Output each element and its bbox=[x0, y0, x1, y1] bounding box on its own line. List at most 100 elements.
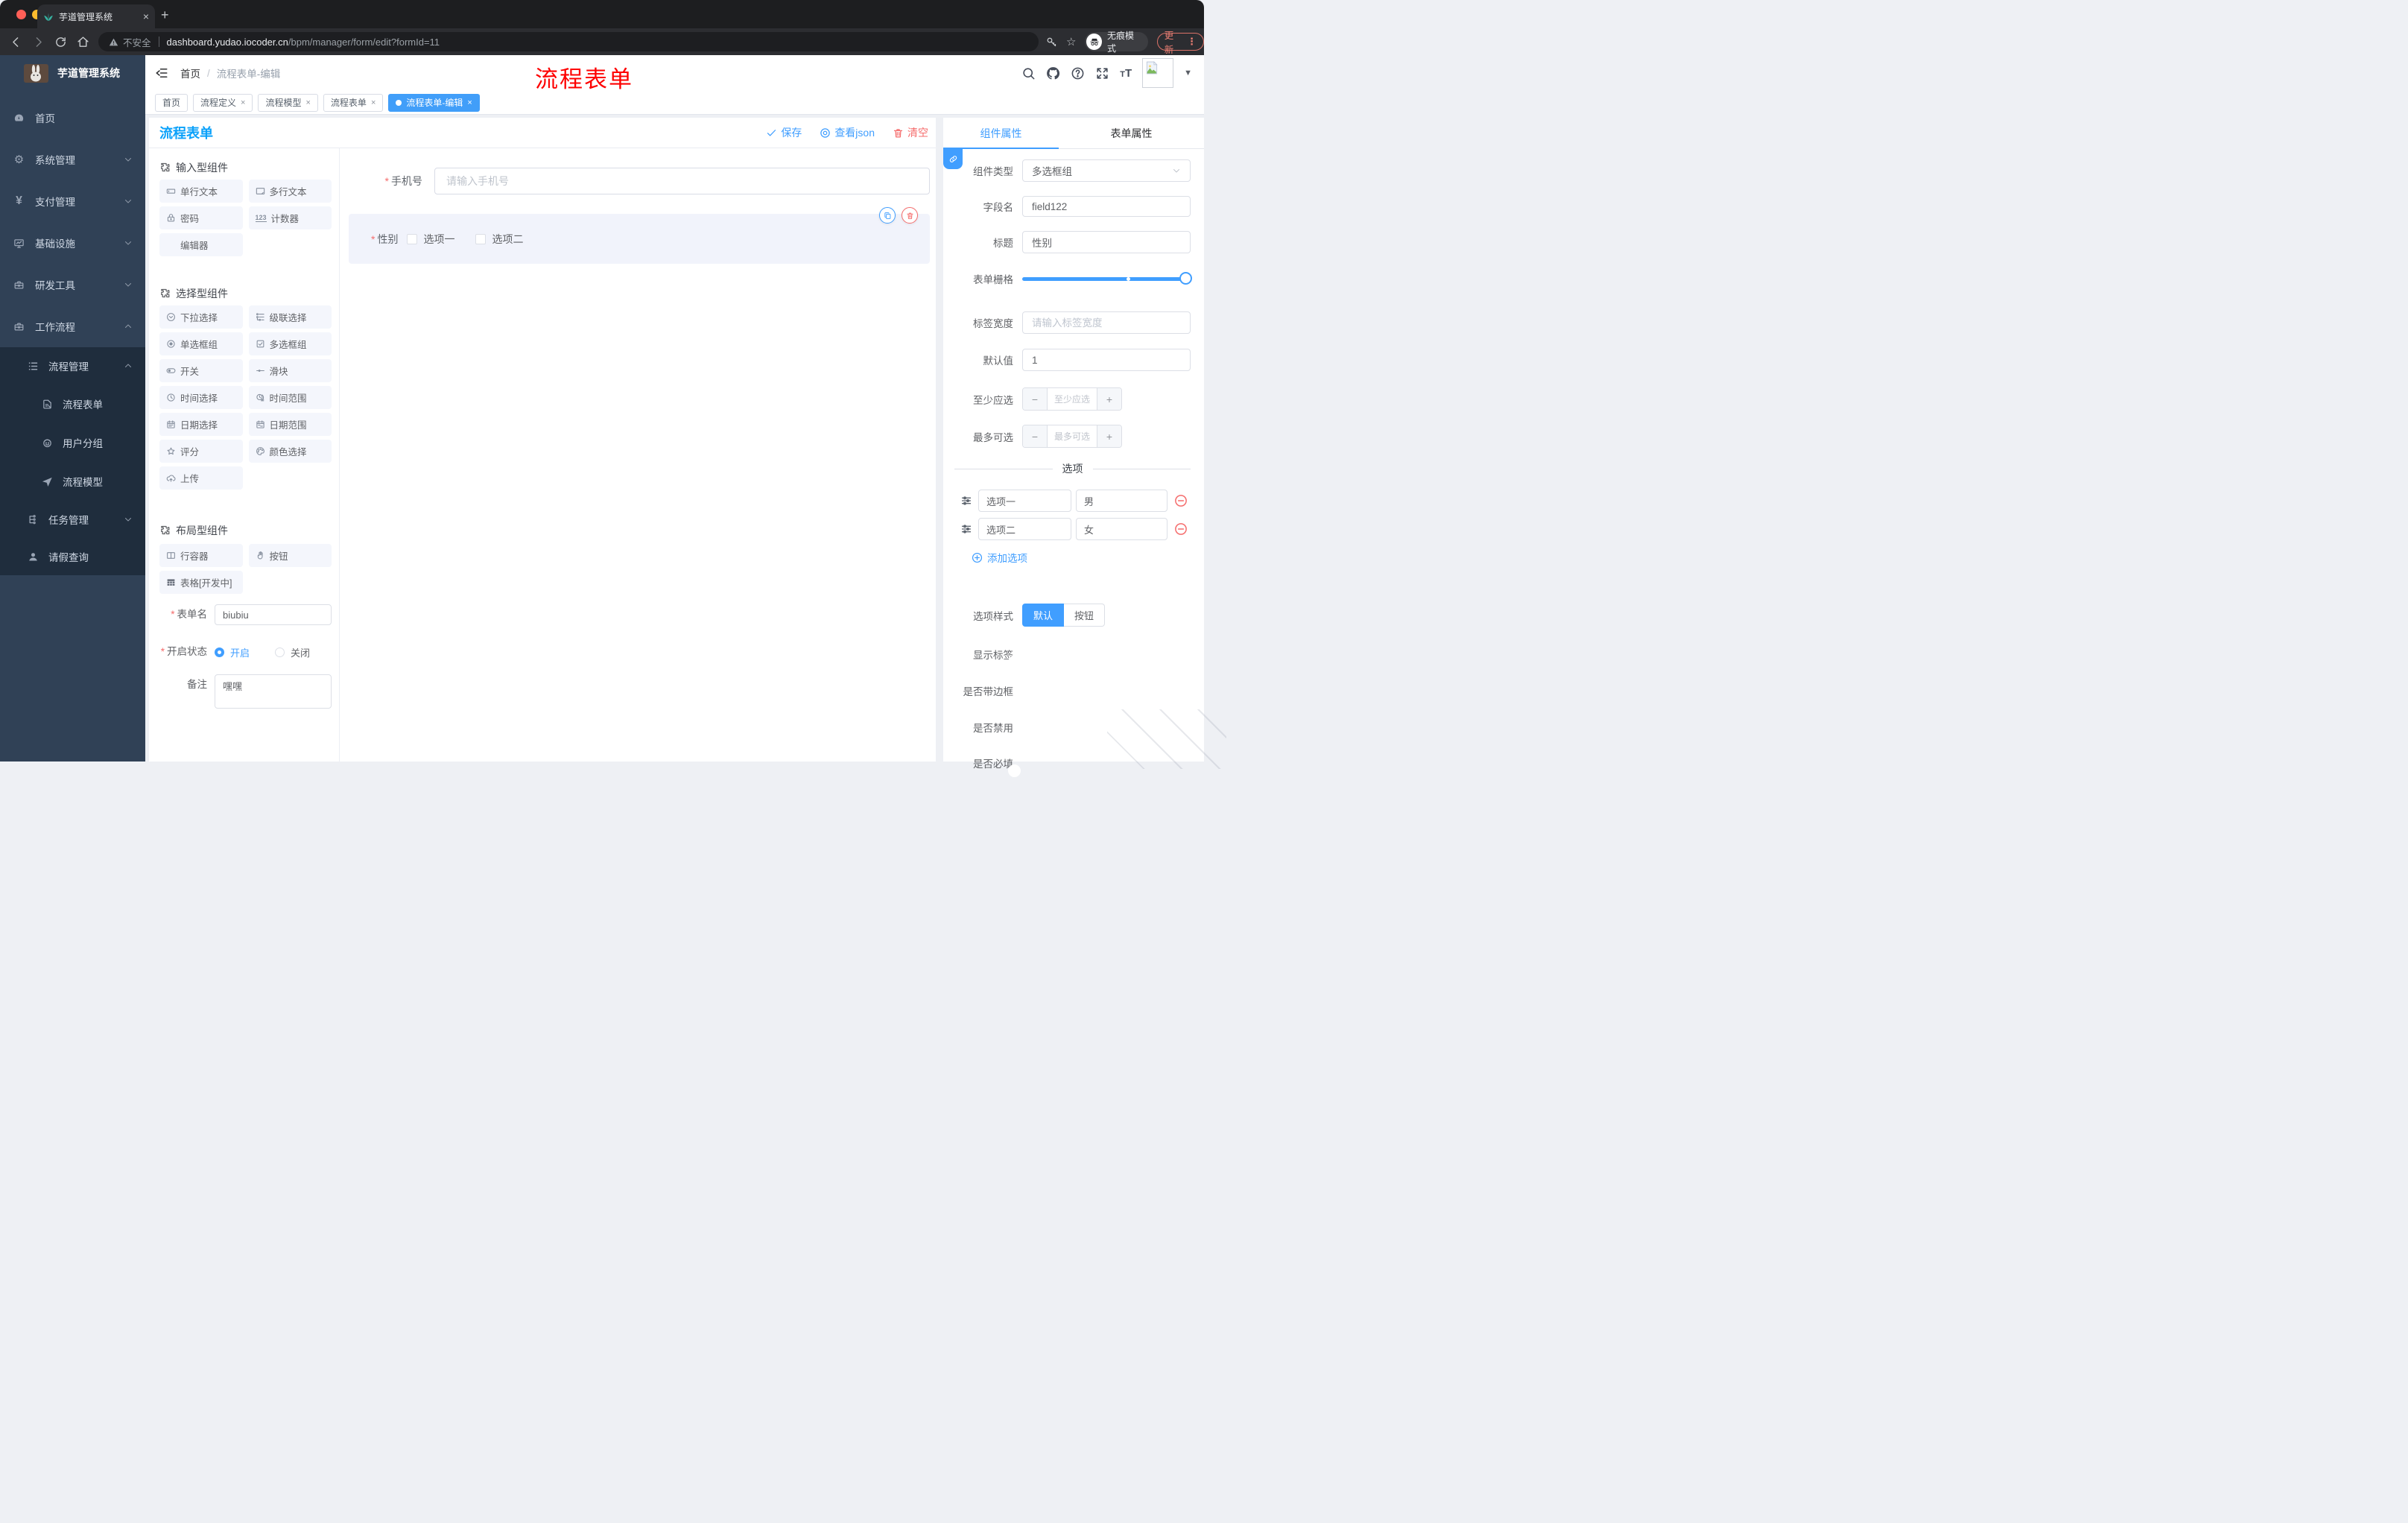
radio-off[interactable] bbox=[275, 647, 285, 657]
delete-component-button[interactable] bbox=[902, 207, 918, 224]
new-tab-button[interactable]: + bbox=[161, 8, 169, 22]
add-option-button[interactable]: 添加选项 bbox=[972, 550, 1204, 565]
style-button-button[interactable]: 按钮 bbox=[1064, 604, 1105, 627]
gender-field-selected[interactable]: 性别 选项一 选项二 bbox=[349, 207, 930, 264]
palette-item-select[interactable]: 下拉选择 bbox=[159, 305, 243, 329]
tab-component-props[interactable]: 组件属性 bbox=[943, 118, 1059, 149]
save-button[interactable]: 保存 bbox=[766, 125, 802, 140]
remove-option-button[interactable] bbox=[1174, 494, 1188, 507]
clear-button[interactable]: 清空 bbox=[893, 125, 928, 140]
sidebar-item-process-form[interactable]: 流程表单 bbox=[0, 384, 145, 423]
radio-on-label[interactable]: 开启 bbox=[230, 645, 250, 659]
radio-off-label[interactable]: 关闭 bbox=[291, 645, 310, 659]
phone-field-input[interactable]: 请输入手机号 bbox=[434, 168, 930, 194]
browser-menu-icon[interactable]: ⋮ bbox=[1187, 36, 1197, 48]
tag-process-form[interactable]: 流程表单 × bbox=[323, 93, 384, 112]
palette-item-password[interactable]: 密码 bbox=[159, 206, 243, 229]
sidebar-item-user-group[interactable]: 用户分组 bbox=[0, 423, 145, 462]
sidebar-item-payment[interactable]: ¥ 支付管理 bbox=[0, 180, 145, 222]
palette-item-time-picker[interactable]: 时间选择 bbox=[159, 386, 243, 409]
palette-item-row-container[interactable]: 行容器 bbox=[159, 544, 243, 567]
checkbox-option-1[interactable] bbox=[407, 233, 418, 244]
field-name-input[interactable] bbox=[1022, 196, 1191, 217]
tab-form-props[interactable]: 表单属性 bbox=[1059, 118, 1204, 149]
close-icon[interactable]: × bbox=[371, 98, 376, 107]
font-size-icon[interactable]: TT bbox=[1120, 67, 1132, 80]
palette-item-button[interactable]: 按钮 bbox=[248, 544, 332, 567]
drag-handle-icon[interactable] bbox=[960, 523, 972, 535]
password-key-icon[interactable] bbox=[1046, 37, 1057, 48]
palette-item-cascader[interactable]: 级联选择 bbox=[248, 305, 332, 329]
window-close-button[interactable] bbox=[16, 10, 26, 19]
breadcrumb-home[interactable]: 首页 bbox=[180, 66, 200, 80]
duplicate-component-button[interactable] bbox=[879, 207, 896, 224]
palette-item-date-picker[interactable]: 日期选择 bbox=[159, 413, 243, 436]
palette-item-date-range[interactable]: 日期范围 bbox=[248, 413, 332, 436]
tag-home[interactable]: 首页 bbox=[155, 93, 188, 112]
checkbox-option-2[interactable] bbox=[475, 233, 487, 244]
radio-on[interactable] bbox=[215, 647, 224, 657]
slider-handle[interactable] bbox=[1179, 272, 1192, 285]
browser-tab[interactable]: 芋道管理系统 × bbox=[37, 4, 155, 28]
help-icon[interactable] bbox=[1071, 66, 1085, 80]
drag-handle-icon[interactable] bbox=[960, 495, 972, 507]
remove-option-button[interactable] bbox=[1174, 522, 1188, 536]
forward-button[interactable] bbox=[32, 36, 45, 48]
palette-item-slider[interactable]: 滑块 bbox=[248, 359, 332, 382]
link-tag-button[interactable] bbox=[943, 149, 963, 169]
default-value-input[interactable] bbox=[1022, 349, 1191, 371]
fullscreen-icon[interactable] bbox=[1095, 66, 1109, 80]
close-icon[interactable]: × bbox=[241, 98, 245, 107]
browser-update-button[interactable]: 更新 ⋮ bbox=[1156, 31, 1204, 55]
option-1-value-input[interactable] bbox=[1076, 490, 1167, 512]
avatar[interactable] bbox=[1142, 58, 1174, 88]
address-bar[interactable]: 不安全 dashboard.yudao.iocoder.cn/bpm/manag… bbox=[98, 32, 1039, 51]
sidebar-item-process-model[interactable]: 流程模型 bbox=[0, 462, 145, 501]
increase-button[interactable]: + bbox=[1097, 425, 1121, 447]
phone-field[interactable]: 手机号 请输入手机号 bbox=[340, 168, 930, 194]
tab-close-icon[interactable]: × bbox=[143, 11, 149, 22]
title-input[interactable] bbox=[1022, 231, 1191, 253]
palette-item-rate[interactable]: 评分 bbox=[159, 440, 243, 463]
palette-item-upload[interactable]: 上传 bbox=[159, 466, 243, 490]
close-icon[interactable]: × bbox=[305, 98, 310, 107]
sidebar-item-devtools[interactable]: 研发工具 bbox=[0, 264, 145, 305]
sidebar-item-infra[interactable]: 基础设施 bbox=[0, 222, 145, 264]
palette-item-multi-text[interactable]: 多行文本 bbox=[248, 180, 332, 203]
min-select-placeholder[interactable]: 至少应选 bbox=[1047, 388, 1097, 410]
palette-item-color-picker[interactable]: 颜色选择 bbox=[248, 440, 332, 463]
label-width-input[interactable] bbox=[1022, 311, 1191, 334]
sidebar-logo[interactable]: 芋道管理系统 bbox=[0, 55, 145, 91]
option-1-label-input[interactable] bbox=[978, 490, 1071, 512]
palette-item-editor[interactable]: 编辑器 bbox=[159, 233, 243, 256]
reload-button[interactable] bbox=[54, 36, 67, 48]
slider-track[interactable] bbox=[1022, 277, 1191, 281]
sidebar-item-leave-query[interactable]: 请假查询 bbox=[0, 538, 145, 575]
github-icon[interactable] bbox=[1046, 66, 1060, 80]
palette-item-radio-group[interactable]: 单选框组 bbox=[159, 332, 243, 355]
close-icon[interactable]: × bbox=[467, 98, 472, 107]
sidebar-collapse-icon[interactable] bbox=[155, 66, 168, 80]
sidebar-item-system[interactable]: ⚙ 系统管理 bbox=[0, 139, 145, 180]
sidebar-item-process-mgmt[interactable]: 流程管理 bbox=[0, 347, 145, 384]
component-type-select[interactable]: 多选框组 bbox=[1022, 159, 1191, 182]
search-icon[interactable] bbox=[1021, 66, 1036, 80]
sidebar-item-task-mgmt[interactable]: 任务管理 bbox=[0, 501, 145, 538]
form-remark-textarea[interactable]: 嘿嘿 bbox=[215, 674, 332, 709]
max-select-placeholder[interactable]: 最多可选 bbox=[1047, 425, 1097, 447]
increase-button[interactable]: + bbox=[1097, 388, 1121, 410]
palette-item-checkbox-group[interactable]: 多选框组 bbox=[248, 332, 332, 355]
palette-item-counter[interactable]: 123 计数器 bbox=[248, 206, 332, 229]
avatar-caret-icon[interactable]: ▼ bbox=[1184, 69, 1192, 77]
tag-process-form-edit[interactable]: 流程表单-编辑 × bbox=[388, 93, 480, 112]
decrease-button[interactable]: − bbox=[1023, 388, 1047, 410]
home-button[interactable] bbox=[77, 36, 89, 48]
form-name-input[interactable] bbox=[215, 604, 332, 625]
option-2-value-input[interactable] bbox=[1076, 518, 1167, 540]
tag-process-model[interactable]: 流程模型 × bbox=[258, 93, 318, 112]
bookmark-star-icon[interactable]: ☆ bbox=[1066, 35, 1076, 48]
palette-item-table[interactable]: 表格[开发中] bbox=[159, 571, 243, 594]
palette-item-switch[interactable]: 开关 bbox=[159, 359, 243, 382]
palette-item-time-range[interactable]: 时间范围 bbox=[248, 386, 332, 409]
option-2-label-input[interactable] bbox=[978, 518, 1071, 540]
